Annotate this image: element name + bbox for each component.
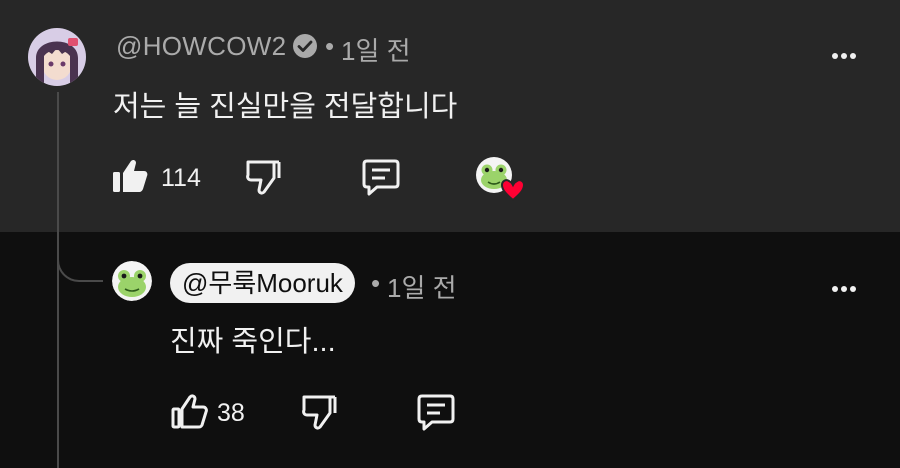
reply-like-button[interactable] [170, 394, 208, 430]
reply-reply-button[interactable] [416, 393, 456, 431]
comment-text: 저는 늘 진실만을 전달합니다 [113, 91, 458, 123]
thumbs-down-icon [302, 395, 337, 430]
creator-heart-icon [476, 157, 526, 202]
dot-icon [841, 286, 847, 292]
thumbs-up-icon [171, 394, 208, 429]
reply-comment-icon [362, 159, 400, 196]
thread-connector [57, 226, 103, 282]
commenter-avatar[interactable] [28, 28, 86, 86]
reply-timestamp[interactable]: 1일 전 [387, 268, 457, 305]
like-count: 114 [161, 164, 201, 192]
reply-button[interactable] [361, 158, 401, 196]
dot-icon [841, 53, 847, 59]
anime-girl-avatar-icon [28, 28, 86, 86]
reply-avatar[interactable] [112, 261, 152, 301]
verified-badge-icon [292, 33, 318, 59]
thread-line [57, 92, 59, 468]
dot-icon [832, 286, 838, 292]
comment-timestamp[interactable]: 1일 전 [341, 31, 411, 68]
dot-icon [832, 53, 838, 59]
thumbs-down-icon [246, 160, 281, 195]
frog-avatar-icon [112, 261, 152, 301]
creator-heart [476, 156, 528, 202]
thumbs-up-filled-icon [113, 159, 148, 192]
dot-icon [850, 286, 856, 292]
comment-more-options-button[interactable] [832, 44, 856, 68]
like-button[interactable] [111, 158, 149, 194]
dislike-button[interactable] [244, 158, 282, 196]
reply-text: 진짜 죽인다... [170, 326, 336, 358]
comment-author[interactable]: @HOWCOW2 [116, 31, 286, 62]
reply-author-mention[interactable]: @무룩Mooruk [170, 263, 355, 303]
reply-separator: • [371, 268, 381, 298]
dot-icon [850, 53, 856, 59]
reply-comment-icon [417, 394, 455, 431]
reply-more-options-button[interactable] [832, 277, 856, 301]
reply-dislike-button[interactable] [300, 393, 338, 431]
reply-like-count: 38 [217, 399, 245, 427]
comment-separator: • [325, 31, 335, 61]
